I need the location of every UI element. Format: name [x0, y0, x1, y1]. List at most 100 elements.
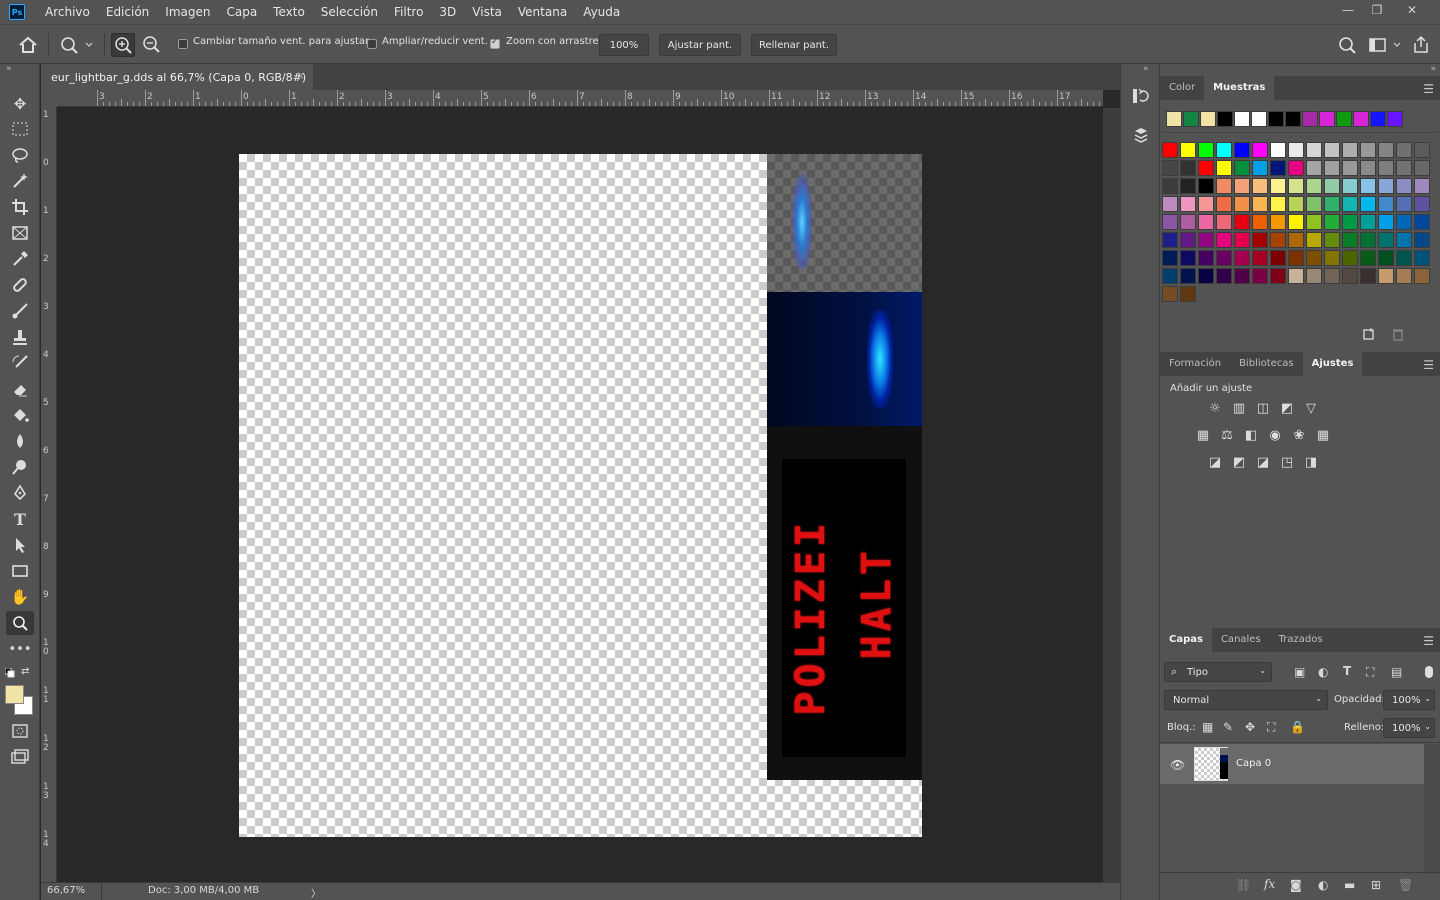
default-colors-icon[interactable]: [4, 667, 15, 681]
swatch[interactable]: [1180, 160, 1196, 176]
recent-swatch[interactable]: [1234, 111, 1250, 127]
swatch[interactable]: [1342, 232, 1358, 248]
restore-button[interactable]: ❐: [1362, 0, 1392, 20]
lasso-tool-icon[interactable]: [6, 143, 34, 167]
swatch[interactable]: [1396, 142, 1412, 158]
hand-tool-icon[interactable]: ✋: [6, 585, 34, 609]
swatch[interactable]: [1324, 178, 1340, 194]
vertical-scrollbar[interactable]: [1103, 108, 1120, 883]
swatch[interactable]: [1180, 178, 1196, 194]
swatch[interactable]: [1306, 214, 1322, 230]
lock-artboard-icon[interactable]: ⛶: [1267, 720, 1275, 735]
swatch[interactable]: [1396, 196, 1412, 212]
zoom-percent-field[interactable]: 100%: [599, 34, 649, 56]
black-white-icon[interactable]: ◧: [1242, 427, 1260, 443]
color-lookup-icon[interactable]: ▦: [1314, 427, 1332, 443]
swatch[interactable]: [1198, 268, 1214, 284]
swatch[interactable]: [1306, 160, 1322, 176]
swatch[interactable]: [1342, 250, 1358, 266]
swatch[interactable]: [1342, 160, 1358, 176]
new-layer-icon[interactable]: ⊞: [1371, 878, 1381, 892]
swatch[interactable]: [1288, 268, 1304, 284]
swatch[interactable]: [1342, 214, 1358, 230]
lock-transparent-icon[interactable]: ▦: [1202, 720, 1213, 734]
swatch[interactable]: [1288, 160, 1304, 176]
frame-tool-icon[interactable]: [6, 221, 34, 245]
swatch[interactable]: [1414, 178, 1430, 194]
swatch[interactable]: [1234, 214, 1250, 230]
swatch[interactable]: [1162, 286, 1178, 302]
more-tools-icon[interactable]: •••: [6, 637, 34, 661]
swap-colors-icon[interactable]: ⇄: [21, 666, 29, 677]
visibility-eye-icon[interactable]: 👁: [1170, 758, 1185, 772]
swatch[interactable]: [1360, 178, 1376, 194]
color-balance-icon[interactable]: ⚖: [1218, 427, 1236, 443]
tab-canales[interactable]: Canales: [1212, 628, 1270, 652]
swatch[interactable]: [1360, 196, 1376, 212]
swatch[interactable]: [1198, 160, 1214, 176]
layer-name[interactable]: Capa 0: [1236, 758, 1271, 769]
swatch[interactable]: [1252, 160, 1268, 176]
recent-swatch[interactable]: [1302, 111, 1318, 127]
swatch[interactable]: [1216, 214, 1232, 230]
swatch[interactable]: [1324, 196, 1340, 212]
swatch[interactable]: [1414, 214, 1430, 230]
swatch[interactable]: [1252, 214, 1268, 230]
swatch[interactable]: [1198, 178, 1214, 194]
curves-icon[interactable]: ◫: [1254, 400, 1272, 416]
swatch[interactable]: [1360, 250, 1376, 266]
swatch[interactable]: [1180, 250, 1196, 266]
swatch[interactable]: [1270, 232, 1286, 248]
swatch[interactable]: [1180, 214, 1196, 230]
swatch[interactable]: [1252, 178, 1268, 194]
swatch[interactable]: [1198, 214, 1214, 230]
rectangle-tool-icon[interactable]: [6, 559, 34, 583]
layers-scrollbar[interactable]: [1424, 744, 1440, 874]
selective-color-icon[interactable]: ◳: [1278, 454, 1296, 470]
filter-toggle-icon[interactable]: [1425, 666, 1433, 678]
pen-tool-icon[interactable]: [6, 481, 34, 505]
history-panel-icon[interactable]: [1131, 86, 1151, 109]
menu-ayuda[interactable]: Ayuda: [575, 0, 628, 24]
layer-filter-select[interactable]: ⌕ Tipo ⌄: [1164, 662, 1272, 682]
opacity-field[interactable]: 100% ⌄: [1383, 690, 1435, 710]
menu-texto[interactable]: Texto: [265, 0, 313, 24]
filter-type-icon[interactable]: T: [1343, 664, 1351, 678]
menu-vista[interactable]: Vista: [464, 0, 510, 24]
swatch[interactable]: [1180, 142, 1196, 158]
zoom-in-icon[interactable]: [111, 33, 135, 57]
filter-shape-icon[interactable]: ⛶: [1366, 665, 1374, 680]
swatch[interactable]: [1306, 196, 1322, 212]
recent-swatch[interactable]: [1370, 111, 1386, 127]
swatch[interactable]: [1234, 142, 1250, 158]
swatch[interactable]: [1396, 232, 1412, 248]
swatch[interactable]: [1360, 142, 1376, 158]
swatch[interactable]: [1396, 160, 1412, 176]
swatch[interactable]: [1234, 250, 1250, 266]
filter-adjustment-icon[interactable]: ◐: [1318, 665, 1328, 679]
gradient-map-icon[interactable]: ◨: [1302, 454, 1320, 470]
fill-field[interactable]: 100% ⌄: [1383, 718, 1435, 738]
swatch[interactable]: [1342, 196, 1358, 212]
foreground-color-swatch[interactable]: [5, 685, 24, 704]
swatch[interactable]: [1288, 142, 1304, 158]
recent-swatch[interactable]: [1200, 111, 1216, 127]
workspace-icon[interactable]: [1366, 34, 1406, 56]
vertical-ruler[interactable]: 101234567891 01 11 21 31 4: [41, 107, 57, 883]
photo-filter-icon[interactable]: ◉: [1266, 427, 1284, 443]
swatch[interactable]: [1342, 178, 1358, 194]
lock-position-icon[interactable]: ✥: [1245, 720, 1255, 734]
recent-swatch[interactable]: [1285, 111, 1301, 127]
zoom-level-field[interactable]: 66,67%: [47, 885, 85, 896]
invert-icon[interactable]: ◪: [1206, 454, 1224, 470]
swatch[interactable]: [1378, 160, 1394, 176]
recent-swatch[interactable]: [1251, 111, 1267, 127]
magic-wand-tool-icon[interactable]: [6, 169, 34, 193]
posterize-icon[interactable]: ◩: [1230, 454, 1248, 470]
close-tab-icon[interactable]: ×: [296, 69, 305, 82]
menu-filtro[interactable]: Filtro: [386, 0, 431, 24]
layers-panel-menu-icon[interactable]: ☰: [1423, 634, 1434, 648]
tab-formacion[interactable]: Formación: [1160, 352, 1230, 376]
paint-bucket-tool-icon[interactable]: [6, 403, 34, 427]
delete-layer-icon[interactable]: 🗑: [1398, 878, 1413, 892]
